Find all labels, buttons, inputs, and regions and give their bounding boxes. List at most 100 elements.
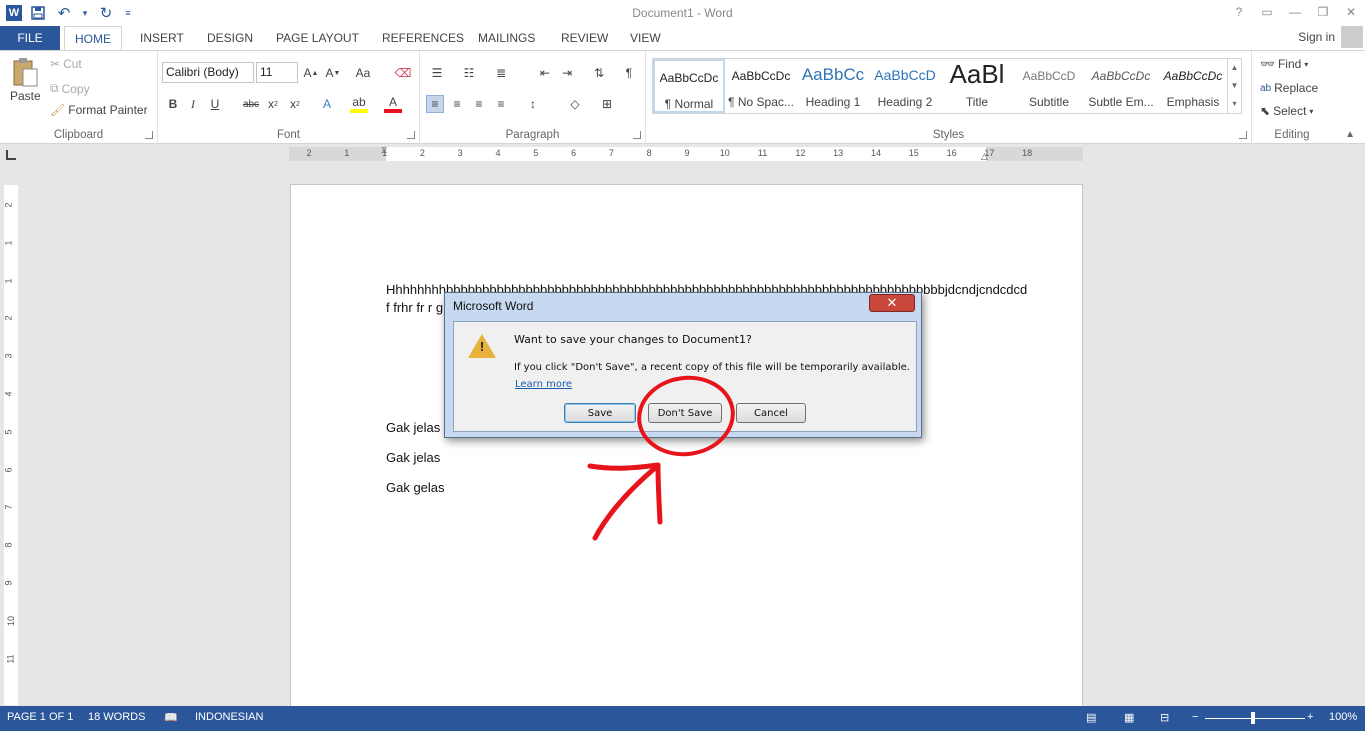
paste-button[interactable]: Paste <box>10 57 41 103</box>
close-window-button[interactable]: ✕ <box>1337 0 1365 24</box>
numbering-icon[interactable]: ☷ <box>460 64 478 82</box>
paragraph-launcher-icon[interactable] <box>633 131 641 139</box>
tab-references[interactable]: REFERENCES <box>382 26 464 50</box>
replace-button[interactable]: ab Replace <box>1260 81 1318 95</box>
style-subtle-emphasis[interactable]: AaBbCcDc Subtle Em... <box>1085 59 1157 113</box>
document-line-2[interactable]: f frhr fr r g <box>386 300 443 315</box>
find-button[interactable]: 👓 Find ▾ <box>1260 57 1308 71</box>
copy-icon: ⧉ <box>50 81 59 95</box>
text-effects-icon[interactable]: A <box>318 95 336 113</box>
title-bar: W ↶ ▾ ↻ ≡ Document1 - Word ? ▭ — ❐ ✕ <box>0 0 1365 26</box>
underline-icon[interactable]: U <box>206 95 224 113</box>
style-emphasis[interactable]: AaBbCcDc Emphasis <box>1157 59 1229 113</box>
sort-icon[interactable]: ⇅ <box>590 64 608 82</box>
right-indent-marker-icon[interactable]: △ <box>981 151 988 162</box>
ruler-number: 2 <box>306 148 312 158</box>
tab-insert[interactable]: INSERT <box>140 26 184 50</box>
justify-icon[interactable]: ≡ <box>492 95 510 113</box>
style-preview: AaBl <box>949 59 1005 89</box>
tab-view[interactable]: VIEW <box>630 26 661 50</box>
style-normal[interactable]: AaBbCcDc ¶ Normal <box>653 59 725 113</box>
read-mode-icon[interactable]: ▤ <box>1086 711 1096 724</box>
font-size-select[interactable]: 11 <box>256 62 298 83</box>
style-name: ¶ Normal <box>664 97 714 111</box>
page-count[interactable]: PAGE 1 OF 1 <box>7 711 73 723</box>
web-layout-icon[interactable]: ⊟ <box>1160 711 1169 724</box>
dialog-close-button[interactable]: ✕ <box>869 294 915 312</box>
gallery-scroll[interactable]: ▲ ▼ ▾ <box>1227 59 1241 113</box>
copy-button[interactable]: ⧉ Copy <box>50 81 90 96</box>
bold-icon[interactable]: B <box>164 95 182 113</box>
minimize-button[interactable]: — <box>1281 0 1309 24</box>
align-center-icon[interactable]: ≡ <box>448 95 466 113</box>
clipboard-launcher-icon[interactable] <box>145 131 153 139</box>
align-right-icon[interactable]: ≡ <box>470 95 488 113</box>
vertical-ruler[interactable] <box>4 185 18 705</box>
tab-page-layout[interactable]: PAGE LAYOUT <box>276 26 359 50</box>
tab-selector[interactable] <box>6 150 16 160</box>
zoom-out-icon[interactable]: − <box>1192 711 1198 723</box>
shading-icon[interactable]: ◇ <box>566 95 584 113</box>
style-subtitle[interactable]: AaBbCcD Subtitle <box>1013 59 1085 113</box>
tab-design[interactable]: DESIGN <box>207 26 253 50</box>
zoom-slider[interactable] <box>1205 718 1305 719</box>
change-case-icon[interactable]: Aa <box>354 64 372 82</box>
style-heading-2[interactable]: AaBbCcD Heading 2 <box>869 59 941 113</box>
superscript-icon[interactable]: x2 <box>286 95 304 113</box>
decrease-indent-icon[interactable]: ⇤ <box>536 64 554 82</box>
highlight-icon[interactable]: ab <box>350 95 368 113</box>
tab-file[interactable]: FILE <box>0 26 60 50</box>
document-line-5[interactable]: Gak gelas <box>386 480 445 495</box>
clipboard-label: Clipboard <box>53 129 104 141</box>
paste-label: Paste <box>10 89 41 103</box>
word-count[interactable]: 18 WORDS <box>88 711 145 723</box>
clear-formatting-icon[interactable]: ⌫ <box>394 64 412 82</box>
ribbon: Paste ✂ Cut ⧉ Copy 🖌 Format Painter Clipboa… <box>0 50 1365 144</box>
ruler-number: 10 <box>719 148 730 158</box>
document-line-3[interactable]: Gak jelas <box>386 420 440 435</box>
style-no-spacing[interactable]: AaBbCcDc ¶ No Spac... <box>725 59 797 113</box>
font-family-select[interactable]: Calibri (Body) <box>162 62 254 83</box>
grow-font-icon[interactable]: A ▲ <box>302 64 320 82</box>
language-indicator[interactable]: INDONESIAN <box>195 711 263 723</box>
format-painter-button[interactable]: 🖌 Format Painter <box>50 103 148 117</box>
collapse-ribbon-icon[interactable]: ▲ <box>1345 129 1355 140</box>
styles-launcher-icon[interactable] <box>1239 131 1247 139</box>
indent-marker-icon[interactable]: ⧖ <box>381 145 387 156</box>
subscript-icon[interactable]: x2 <box>264 95 282 113</box>
learn-more-link[interactable]: Learn more <box>515 379 572 390</box>
restore-button[interactable]: ❐ <box>1309 0 1337 24</box>
bullets-icon[interactable]: ☰ <box>428 64 446 82</box>
line-spacing-icon[interactable]: ↕ <box>524 95 542 113</box>
font-color-icon[interactable]: A <box>384 95 402 113</box>
proofing-icon[interactable]: 📖 <box>164 711 178 724</box>
align-left-icon[interactable]: ≡ <box>426 95 444 113</box>
tab-mailings[interactable]: MAILINGS <box>478 26 535 50</box>
select-button[interactable]: ⬉ Select ▾ <box>1260 104 1313 118</box>
document-line-4[interactable]: Gak jelas <box>386 450 440 465</box>
strikethrough-icon[interactable]: abc <box>242 95 260 113</box>
tab-home[interactable]: HOME <box>64 26 122 51</box>
cut-button[interactable]: ✂ Cut <box>50 57 82 71</box>
font-launcher-icon[interactable] <box>407 131 415 139</box>
zoom-in-icon[interactable]: + <box>1307 711 1313 723</box>
style-title[interactable]: AaBl Title <box>941 59 1013 113</box>
ruler-number: 3 <box>457 148 463 158</box>
ribbon-tabs: FILE HOME INSERT DESIGN PAGE LAYOUT REFE… <box>0 26 1365 51</box>
increase-indent-icon[interactable]: ⇥ <box>558 64 576 82</box>
shrink-font-icon[interactable]: A ▼ <box>324 64 342 82</box>
show-formatting-icon[interactable]: ¶ <box>620 64 638 82</box>
print-layout-icon[interactable]: ▦ <box>1124 711 1134 724</box>
borders-icon[interactable]: ⊞ <box>598 95 616 113</box>
zoom-level[interactable]: 100% <box>1329 711 1357 723</box>
ribbon-display-button[interactable]: ▭ <box>1253 0 1281 24</box>
tab-review[interactable]: REVIEW <box>561 26 608 50</box>
style-heading-1[interactable]: AaBbCc Heading 1 <box>797 59 869 113</box>
multilevel-list-icon[interactable]: ≣ <box>492 64 510 82</box>
style-preview: AaBbCc <box>801 65 865 84</box>
help-button[interactable]: ? <box>1225 0 1253 24</box>
sign-in-link[interactable]: Sign in <box>1298 30 1335 44</box>
avatar[interactable] <box>1341 26 1363 48</box>
zoom-slider-thumb[interactable] <box>1251 712 1255 724</box>
italic-icon[interactable]: I <box>184 95 202 113</box>
